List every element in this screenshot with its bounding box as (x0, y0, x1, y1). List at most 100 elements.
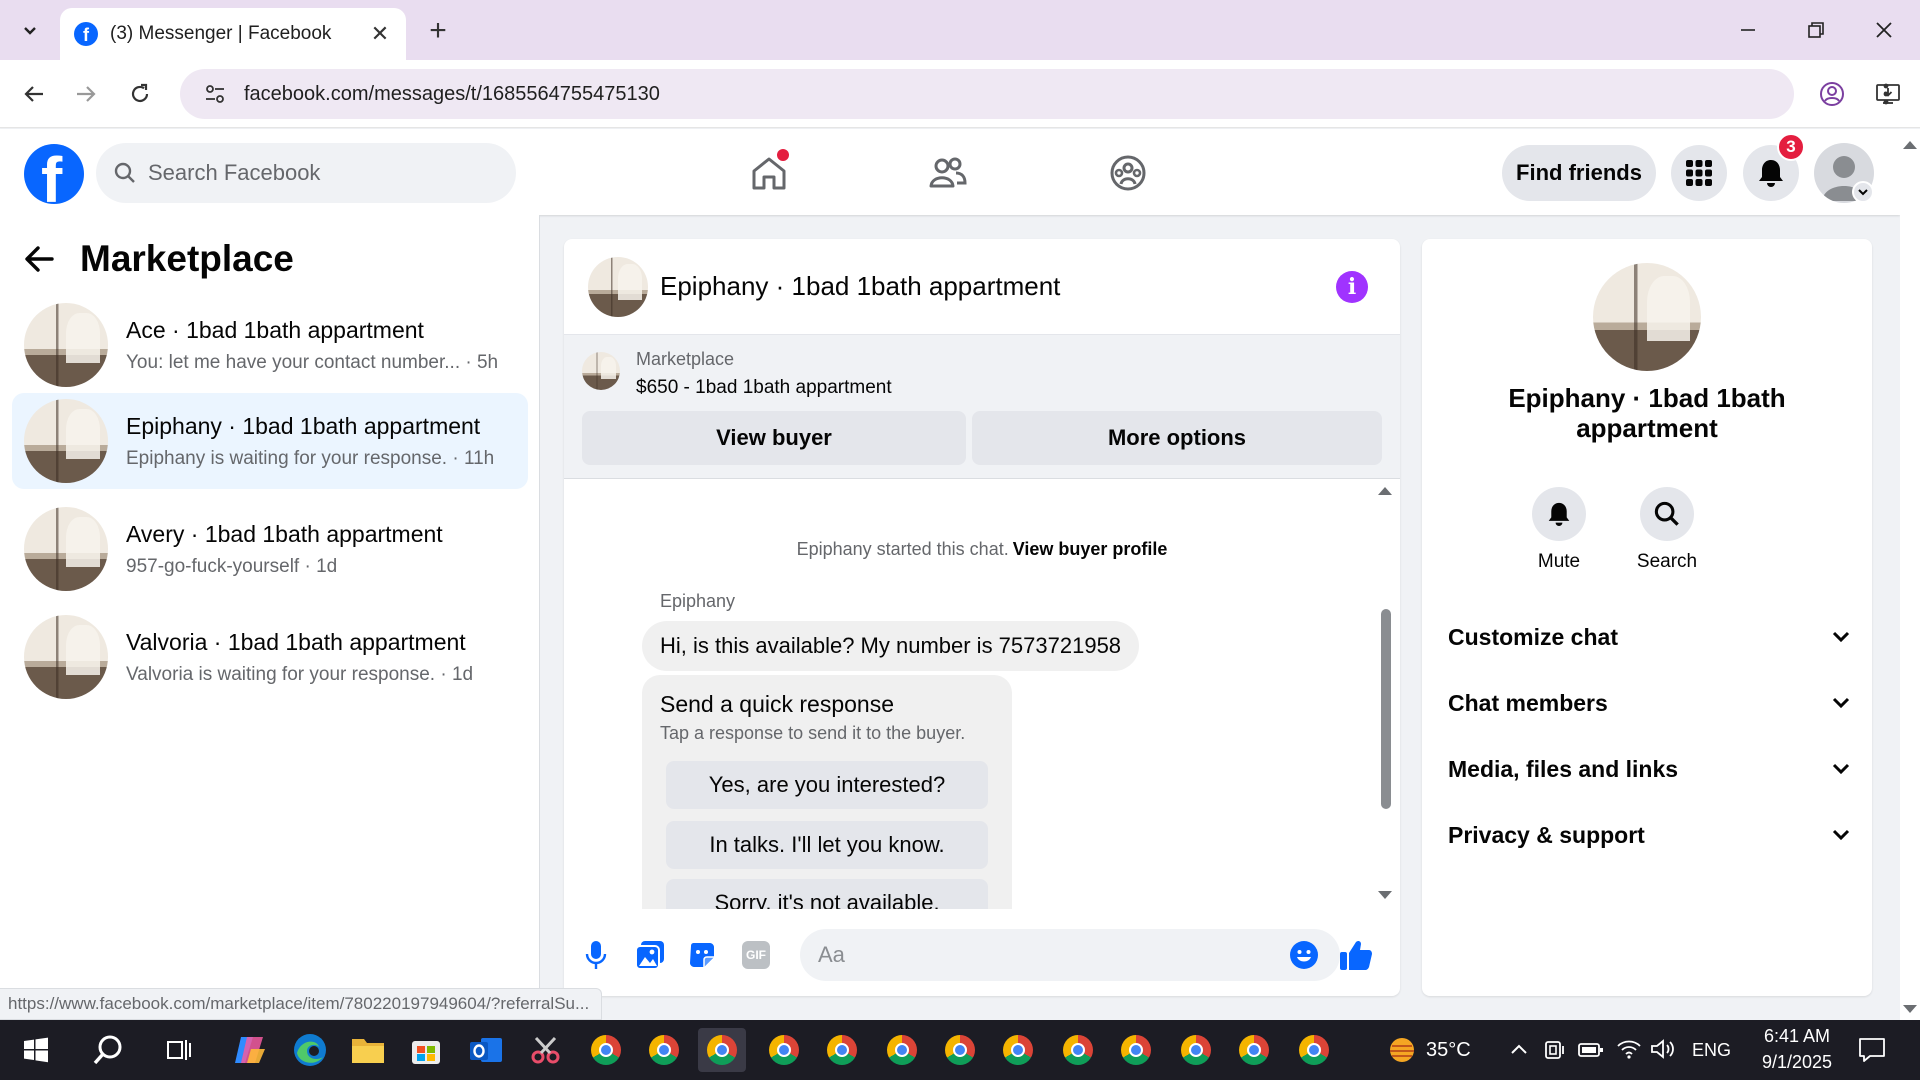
windows-logo-icon (24, 1037, 48, 1063)
view-buyer-profile-link[interactable]: View buyer profile (1013, 539, 1168, 559)
chat-members-row[interactable]: Chat members (1444, 675, 1856, 731)
conversation-item[interactable]: Valvoria · 1bad 1bath appartment Valvori… (12, 609, 528, 705)
chat-header: Epiphany · 1bad 1bath appartment i (564, 239, 1400, 335)
chrome-window[interactable] (878, 1028, 926, 1072)
chrome-window-active[interactable] (698, 1028, 746, 1072)
message-bubble[interactable]: Hi, is this available? My number is 7573… (642, 621, 1140, 671)
tab-search-button[interactable] (10, 14, 50, 48)
info-icon[interactable]: i (1336, 271, 1368, 303)
message-input[interactable] (800, 929, 1340, 981)
voice-clip-button[interactable] (576, 935, 616, 975)
battery-icon[interactable] (1578, 1040, 1604, 1060)
chrome-window[interactable] (994, 1028, 1042, 1072)
tab-close-icon[interactable]: ✕ (368, 21, 392, 46)
notifications-button[interactable]: 3 (1743, 133, 1805, 201)
volume-icon[interactable] (1650, 1038, 1676, 1060)
reload-button[interactable] (120, 74, 160, 114)
message-scroll-thumb[interactable] (1381, 609, 1391, 809)
wifi-icon[interactable] (1616, 1038, 1642, 1060)
minimize-button[interactable] (1718, 10, 1778, 50)
quick-reply-button[interactable]: In talks. I'll let you know. (666, 821, 988, 869)
sticker-button[interactable] (682, 935, 722, 975)
forward-button[interactable] (66, 74, 106, 114)
copilot-app[interactable] (226, 1028, 274, 1072)
file-explorer-app[interactable] (344, 1028, 392, 1072)
chat-avatar[interactable] (588, 256, 648, 317)
mute-action[interactable]: Mute (1514, 487, 1604, 573)
menu-button[interactable] (1671, 145, 1727, 201)
nav-home[interactable] (729, 145, 809, 201)
browser-menu-button[interactable] (1866, 74, 1906, 114)
privacy-support-row[interactable]: Privacy & support (1444, 807, 1856, 863)
weather-widget[interactable] (1378, 1028, 1426, 1072)
edge-app[interactable] (286, 1028, 334, 1072)
store-app[interactable] (402, 1028, 450, 1072)
chrome-window[interactable] (640, 1028, 688, 1072)
page-scrollbar[interactable] (1900, 129, 1920, 1020)
close-window-button[interactable] (1854, 10, 1914, 50)
browser-tab[interactable]: f (3) Messenger | Facebook ✕ (60, 8, 406, 60)
search-input[interactable] (148, 160, 468, 186)
site-settings-icon[interactable] (204, 83, 226, 105)
profile-button[interactable] (1812, 74, 1852, 114)
quick-reply-button[interactable]: Yes, are you interested? (666, 761, 988, 809)
facebook-logo[interactable]: f (24, 144, 84, 204)
scroll-up-icon[interactable] (1378, 487, 1392, 495)
scroll-down-icon[interactable] (1378, 891, 1392, 899)
task-view-button[interactable] (154, 1028, 202, 1072)
conversation-item-active[interactable]: Epiphany · 1bad 1bath appartment Epiphan… (12, 393, 528, 489)
sidebar-title: Marketplace (80, 238, 294, 279)
new-tab-button[interactable]: + (420, 14, 456, 48)
chrome-window[interactable] (936, 1028, 984, 1072)
conversation-item[interactable]: Ace · 1bad 1bath appartment You: let me … (12, 297, 528, 393)
find-friends-button[interactable]: Find friends (1502, 145, 1656, 201)
chrome-window[interactable] (1172, 1028, 1220, 1072)
temperature[interactable]: 35°C (1426, 1039, 1471, 1062)
input-language[interactable]: ENG (1692, 1040, 1731, 1061)
more-options-button[interactable]: More options (972, 411, 1382, 465)
notification-center-icon[interactable] (1858, 1036, 1886, 1064)
clock-date[interactable]: 9/1/2025 (1752, 1052, 1842, 1073)
nav-groups[interactable] (1088, 145, 1168, 201)
account-menu-chevron[interactable] (1852, 181, 1874, 203)
chevron-up-icon[interactable] (1510, 1042, 1528, 1056)
start-button[interactable] (12, 1028, 60, 1072)
conversation-item[interactable]: Avery · 1bad 1bath appartment 957-go-fuc… (12, 501, 528, 597)
bookmark-button[interactable] (1916, 69, 1920, 119)
scroll-up-icon[interactable] (1903, 141, 1917, 149)
attach-media-button[interactable] (630, 935, 670, 975)
groups-icon (1110, 155, 1146, 191)
chrome-window[interactable] (818, 1028, 866, 1072)
chrome-window[interactable] (760, 1028, 808, 1072)
meet-now-icon[interactable] (1544, 1038, 1566, 1062)
taskbar-search[interactable] (84, 1028, 132, 1072)
chrome-window[interactable] (1054, 1028, 1102, 1072)
view-buyer-button[interactable]: View buyer (582, 411, 966, 465)
address-bar[interactable]: facebook.com/messages/t/1685564755475130 (180, 69, 1900, 119)
row-label: Privacy & support (1448, 821, 1645, 848)
gif-button[interactable]: GIF (736, 935, 776, 975)
chrome-window[interactable] (1290, 1028, 1338, 1072)
customize-chat-row[interactable]: Customize chat (1444, 609, 1856, 665)
back-arrow-icon[interactable] (24, 245, 54, 273)
chevron-down-icon (1832, 697, 1850, 709)
nav-friends[interactable] (908, 145, 988, 201)
outlook-app[interactable] (462, 1028, 510, 1072)
chrome-window[interactable] (1112, 1028, 1160, 1072)
facebook-search[interactable] (96, 143, 516, 203)
quick-reply-button[interactable]: Sorry, it's not available. (666, 879, 988, 909)
chrome-window[interactable] (582, 1028, 630, 1072)
listing-price-title[interactable]: $650 - 1bad 1bath appartment (636, 377, 892, 399)
like-button[interactable] (1336, 935, 1376, 975)
emoji-button[interactable] (1284, 935, 1324, 975)
media-files-links-row[interactable]: Media, files and links (1444, 741, 1856, 797)
back-button[interactable] (14, 74, 54, 114)
chrome-window[interactable] (1230, 1028, 1278, 1072)
clock-time[interactable]: 6:41 AM (1752, 1026, 1842, 1047)
search-in-conversation-action[interactable]: Search (1622, 487, 1712, 573)
chat-title[interactable]: Epiphany · 1bad 1bath appartment (660, 271, 1060, 302)
snipping-tool-app[interactable] (522, 1028, 570, 1072)
restore-button[interactable] (1786, 10, 1846, 50)
scroll-down-icon[interactable] (1903, 1005, 1917, 1013)
link-preview-status: https://www.facebook.com/marketplace/ite… (0, 988, 603, 1020)
